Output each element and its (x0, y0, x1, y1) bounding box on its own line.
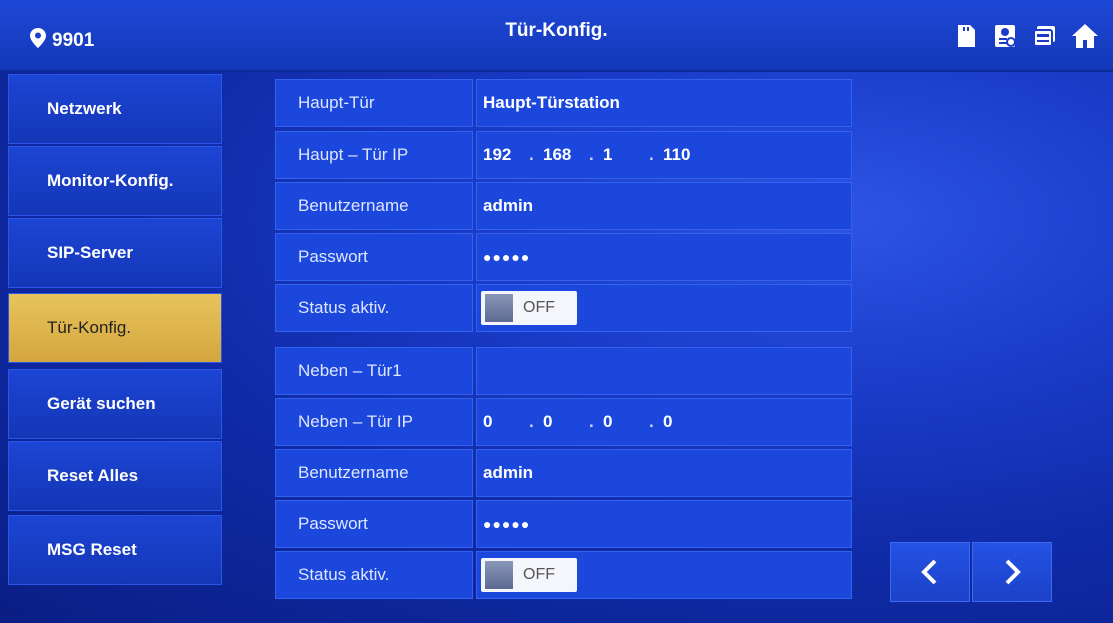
sub-door-label: Neben – Tür1 (275, 347, 473, 395)
top-bar: 9901 Tür-Konfig. (0, 0, 1113, 72)
next-page-button[interactable] (972, 542, 1052, 602)
main-door-label: Haupt-Tür (275, 79, 473, 127)
sidebar-item-label: Reset Alles (47, 466, 139, 485)
sidebar-item-monitor-konfig[interactable]: Monitor-Konfig. (8, 146, 222, 216)
ip-octet[interactable]: 0 (603, 412, 649, 432)
page-title: Tür-Konfig. (505, 20, 608, 41)
sub-door-ip-label: Neben – Tür IP (275, 398, 473, 446)
toggle-state: OFF (523, 299, 555, 316)
home-icon[interactable] (1071, 22, 1099, 50)
ip-dot: . (649, 145, 654, 164)
main-door-ip-label: Haupt – Tür IP (275, 131, 473, 179)
ip-octet[interactable]: 0 (483, 412, 529, 432)
main-status-label: Status aktiv. (275, 284, 473, 332)
sidebar-item-geraet-suchen[interactable]: Gerät suchen (8, 369, 222, 439)
ip-dot: . (529, 412, 534, 431)
chevron-left-icon (921, 559, 937, 585)
ip-dot: . (529, 145, 534, 164)
main-status-toggle[interactable]: OFF (481, 291, 577, 325)
sidebar-item-label: Tür-Konfig. (47, 318, 132, 337)
ip-dot: . (589, 145, 594, 164)
sub-username-field[interactable]: admin (476, 449, 852, 497)
ip-octet[interactable]: 110 (663, 145, 709, 165)
toggle-state: OFF (523, 566, 555, 583)
sidebar-item-label: Gerät suchen (47, 394, 156, 413)
sidebar-item-label: SIP-Server (47, 243, 133, 262)
sub-status-toggle[interactable]: OFF (481, 558, 577, 592)
main-username-label: Benutzername (275, 182, 473, 230)
sidebar-item-label: Monitor-Konfig. (47, 171, 174, 190)
sidebar-item-tuer-konfig[interactable]: Tür-Konfig. (8, 293, 222, 363)
status-icons (951, 22, 1099, 50)
prev-page-button[interactable] (890, 542, 970, 602)
device-icon[interactable] (1031, 22, 1059, 50)
main-password-field[interactable]: ●●●●● (476, 233, 852, 281)
sidebar-item-label: MSG Reset (47, 540, 137, 559)
sub-door-name-field[interactable] (476, 347, 852, 395)
main-status-row: OFF (476, 284, 852, 332)
sidebar-item-sip-server[interactable]: SIP-Server (8, 218, 222, 288)
sub-username-label: Benutzername (275, 449, 473, 497)
sidebar-item-label: Netzwerk (47, 99, 122, 118)
sub-status-label: Status aktiv. (275, 551, 473, 599)
main-door-name-field[interactable]: Haupt-Türstation (476, 79, 852, 127)
sub-status-row: OFF (476, 551, 852, 599)
main-door-ip-field[interactable]: 192. 168. 1. 110 (476, 131, 852, 179)
ip-dot: . (649, 412, 654, 431)
sidebar-item-reset-alles[interactable]: Reset Alles (8, 441, 222, 511)
ip-octet[interactable]: 168 (543, 145, 589, 165)
ip-octet[interactable]: 192 (483, 145, 529, 165)
sub-door-ip-field[interactable]: 0. 0. 0. 0 (476, 398, 852, 446)
contact-card-icon[interactable] (991, 22, 1019, 50)
main-username-field[interactable]: admin (476, 182, 852, 230)
main-password-label: Passwort (275, 233, 473, 281)
ip-octet[interactable]: 0 (663, 412, 709, 432)
ip-dot: . (589, 412, 594, 431)
ip-octet[interactable]: 0 (543, 412, 589, 432)
screen: 9901 Tür-Konfig. Netzwerk Monitor-Konfig… (0, 0, 1113, 623)
toggle-knob (485, 294, 513, 322)
sidebar-item-msg-reset[interactable]: MSG Reset (8, 515, 222, 585)
chevron-right-icon (1005, 559, 1021, 585)
sidebar-item-netzwerk[interactable]: Netzwerk (8, 74, 222, 144)
sub-password-field[interactable]: ●●●●● (476, 500, 852, 548)
sd-card-icon[interactable] (951, 22, 979, 50)
sub-password-label: Passwort (275, 500, 473, 548)
toggle-knob (485, 561, 513, 589)
ip-octet[interactable]: 1 (603, 145, 649, 165)
